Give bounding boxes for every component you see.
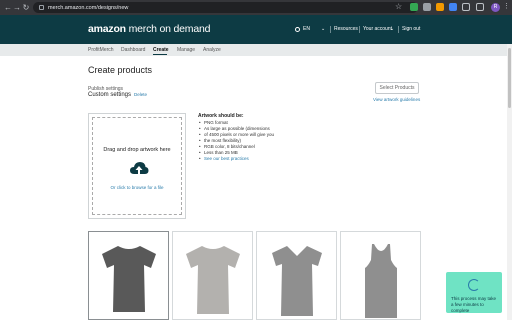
site-header: amazon merch on demand EN ⌄ Resources Yo…	[0, 15, 512, 44]
artwork-dropzone[interactable]: Drag and drop artwork here Or click to b…	[88, 113, 186, 219]
cloud-upload-icon	[130, 162, 149, 174]
profile-avatar[interactable]: R	[491, 3, 500, 12]
merch-logo[interactable]: amazon merch on demand	[88, 23, 210, 35]
sub-navigation: ProfitMerch Dashboard Create Manage Anal…	[0, 44, 512, 56]
sign-out-link[interactable]: Sign out	[402, 26, 420, 32]
premium-tshirt-image	[186, 246, 240, 314]
divider	[359, 26, 360, 33]
resources-link[interactable]: Resources	[334, 26, 358, 32]
product-card-vneck-tshirt[interactable]	[256, 231, 337, 320]
browse-file-link[interactable]: Or click to browse for a file	[93, 185, 181, 190]
browser-toolbar: ← → ↻ merch.amazon.com/designs/new ☆ R ⋮	[0, 0, 512, 15]
best-practices-link[interactable]: See our best practices	[198, 156, 274, 162]
tab-manage[interactable]: Manage	[177, 47, 195, 53]
settings-name: Custom settings Delete	[88, 92, 148, 98]
url-text: merch.amazon.com/designs/new	[48, 4, 129, 11]
lock-icon	[39, 5, 44, 10]
tab-dashboard[interactable]: Dashboard	[121, 47, 145, 53]
language-label: EN	[303, 26, 310, 32]
loading-spinner-icon	[468, 279, 480, 291]
requirements-title: Artwork should be:	[198, 113, 244, 119]
artwork-guidelines-link[interactable]: View artwork guidelines	[373, 97, 420, 102]
tank-top-image	[365, 244, 397, 318]
delete-settings-link[interactable]: Delete	[134, 92, 147, 97]
divider	[398, 26, 399, 33]
processing-toast: This process may take a few minutes to c…	[446, 272, 502, 313]
product-card-premium-tshirt[interactable]	[172, 231, 253, 320]
page-title: Create products	[88, 65, 153, 75]
vneck-tshirt-image	[272, 246, 322, 316]
page-scrollbar[interactable]	[507, 44, 512, 320]
select-products-button[interactable]: Select Products	[375, 82, 419, 94]
browser-menu-icon[interactable]: ⋮	[503, 2, 510, 10]
product-grid	[88, 231, 421, 320]
tab-analyze[interactable]: Analyze	[203, 47, 221, 53]
tab-profitmerch[interactable]: ProfitMerch	[88, 47, 114, 53]
scrollbar-thumb[interactable]	[508, 48, 511, 108]
tab-create[interactable]: Create	[153, 47, 169, 53]
sidebar-icon[interactable]	[476, 3, 484, 11]
extension-blue-icon[interactable]	[449, 3, 457, 11]
dropzone-border: Drag and drop artwork here Or click to b…	[92, 117, 182, 215]
star-icon[interactable]: ☆	[395, 3, 403, 11]
puzzle-icon[interactable]	[462, 3, 470, 11]
globe-icon	[295, 26, 300, 32]
product-card-tshirt[interactable]	[88, 231, 169, 320]
artwork-requirements: Artwork should be: PNG format As large a…	[198, 113, 274, 162]
chevron-down-icon: ⌄	[320, 26, 326, 32]
address-bar[interactable]: merch.amazon.com/designs/new	[33, 2, 418, 13]
product-card-tank-top[interactable]	[340, 231, 421, 320]
extension-green-icon[interactable]	[410, 3, 418, 11]
chevron-down-icon: ⌄	[390, 26, 395, 32]
dropzone-title: Drag and drop artwork here	[103, 147, 171, 153]
toast-message: This process may take a few minutes to c…	[451, 296, 497, 313]
extension-grey-icon[interactable]	[423, 3, 431, 11]
active-tab-indicator	[153, 54, 167, 55]
extension-orange-icon[interactable]	[436, 3, 444, 11]
account-menu[interactable]: Your account	[363, 26, 392, 32]
divider	[330, 26, 331, 33]
tshirt-image	[102, 246, 156, 312]
reload-icon[interactable]: ↻	[21, 0, 31, 15]
language-selector[interactable]: EN ⌄	[295, 26, 325, 32]
